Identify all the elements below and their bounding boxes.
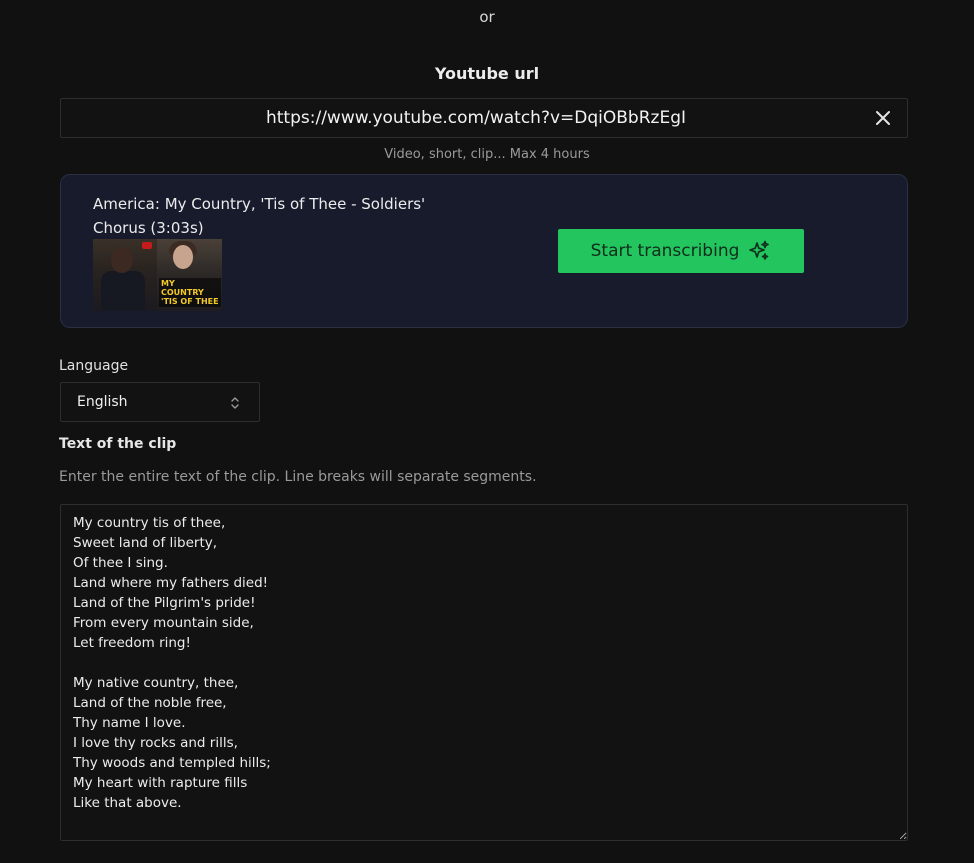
- video-title: America: My Country, 'Tis of Thee - Sold…: [93, 195, 426, 237]
- youtube-url-input[interactable]: [61, 99, 871, 137]
- clip-text-area[interactable]: My country tis of thee, Sweet land of li…: [60, 504, 908, 841]
- sparkles-icon: [749, 240, 770, 260]
- language-select[interactable]: English: [60, 382, 260, 422]
- thumbnail-caption: MY COUNTRY 'TIS OF THEE: [159, 278, 221, 307]
- language-label: Language: [59, 358, 129, 374]
- video-thumbnail: MY COUNTRY 'TIS OF THEE: [93, 239, 222, 311]
- chevron-up-down-icon: [231, 397, 239, 409]
- thumbnail-right-half: MY COUNTRY 'TIS OF THEE: [157, 239, 222, 311]
- clip-text-label: Text of the clip: [59, 436, 177, 452]
- video-preview-card: America: My Country, 'Tis of Thee - Sold…: [60, 174, 908, 328]
- youtube-url-field: [60, 98, 908, 138]
- thumbnail-figure-face: [111, 247, 133, 273]
- or-divider: or: [479, 8, 495, 26]
- clip-text-hint: Enter the entire text of the clip. Line …: [59, 469, 537, 485]
- thumbnail-left-half: [93, 239, 157, 311]
- youtube-url-hint: Video, short, clip... Max 4 hours: [384, 147, 590, 162]
- start-transcribing-button[interactable]: Start transcribing: [558, 229, 804, 273]
- start-transcribing-label: Start transcribing: [590, 241, 740, 261]
- close-icon[interactable]: [873, 108, 893, 128]
- thumbnail-figure-body: [101, 271, 145, 311]
- youtube-play-icon: [142, 242, 152, 249]
- youtube-url-title: Youtube url: [434, 64, 540, 83]
- thumbnail-figure-face-2: [173, 245, 193, 269]
- language-selected-value: English: [77, 394, 128, 410]
